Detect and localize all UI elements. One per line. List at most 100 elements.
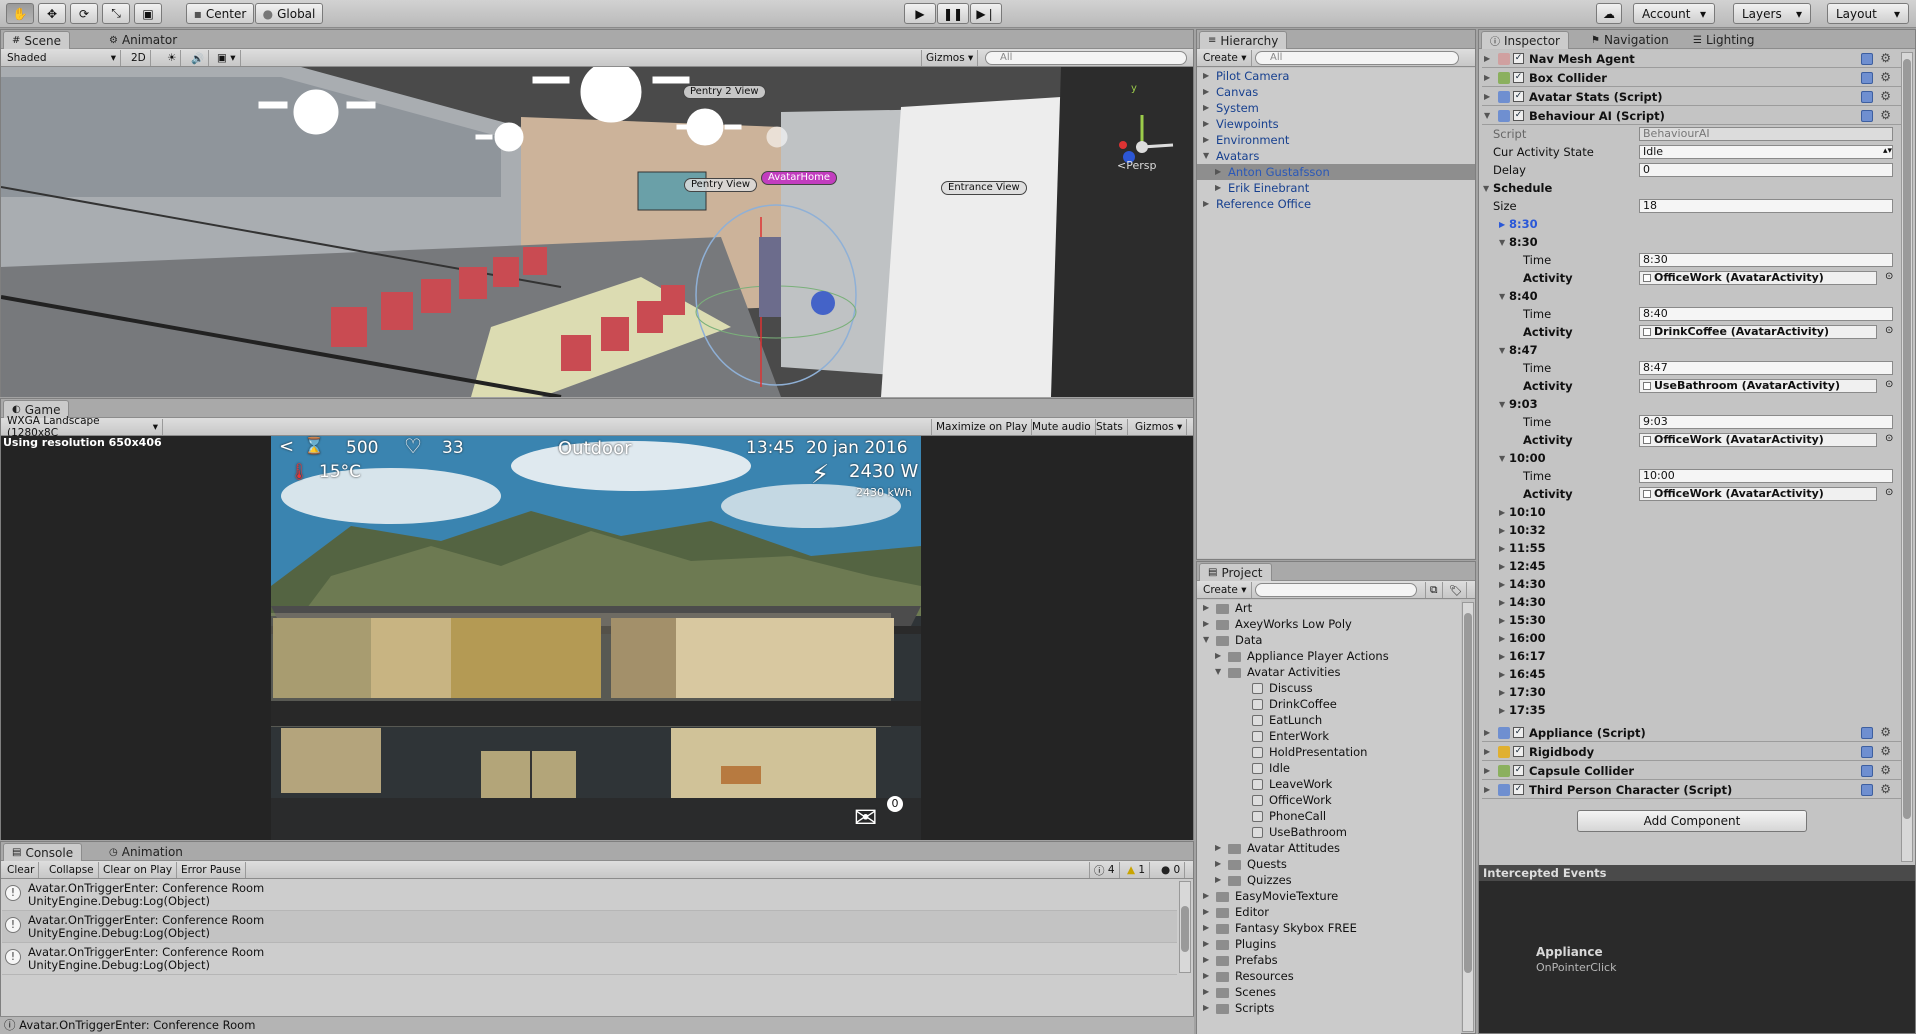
expand-arrow-icon[interactable]: ▶ (1203, 968, 1213, 984)
object-picker-icon[interactable]: ⊙ (1885, 325, 1893, 336)
tab-scene[interactable]: # Scene (3, 31, 70, 49)
component-header[interactable]: ▼ ✓ Behaviour AI (Script) ⚙ (1482, 107, 1901, 125)
help-icon[interactable] (1861, 110, 1873, 122)
expand-arrow-icon[interactable]: ▶ (1203, 600, 1213, 616)
enable-checkbox[interactable]: ✓ (1513, 765, 1524, 776)
account-dropdown[interactable]: Account ▾ (1633, 3, 1715, 24)
expand-arrow-icon[interactable]: ▶ (1499, 526, 1509, 535)
shading-dropdown[interactable]: Shaded ▾ (3, 50, 121, 66)
expand-arrow-icon[interactable]: ▶ (1499, 634, 1509, 643)
expand-arrow-icon[interactable]: ▶ (1484, 728, 1494, 737)
gear-icon[interactable]: ⚙ (1880, 70, 1891, 84)
schedule-element[interactable]: ▶ 10:10 (1499, 504, 1546, 520)
object-picker-icon[interactable]: ⊙ (1885, 487, 1893, 498)
component-header[interactable]: ▶ ✓ Capsule Collider ⚙ (1482, 762, 1901, 780)
expand-arrow-icon[interactable]: ▶ (1499, 706, 1509, 715)
project-folder[interactable]: ▶ Appliance Player Actions (1215, 648, 1389, 664)
project-search-input[interactable] (1255, 583, 1417, 597)
cloud-icon[interactable]: ☁ (1596, 3, 1622, 24)
project-folder[interactable]: ▶ Editor (1203, 904, 1269, 920)
project-asset[interactable]: DrinkCoffee (1239, 696, 1337, 712)
enable-checkbox[interactable]: ✓ (1513, 72, 1524, 83)
field-value[interactable]: 8:40 (1639, 307, 1893, 321)
error-count-toggle[interactable]: ● 0 (1157, 862, 1186, 878)
object-picker-icon[interactable]: ⊙ (1885, 271, 1893, 282)
field-value[interactable]: Idle (1639, 145, 1893, 159)
field-value[interactable]: 0 (1639, 163, 1893, 177)
project-asset[interactable]: HoldPresentation (1239, 744, 1367, 760)
pause-icon[interactable]: ❚❚ (937, 3, 969, 24)
expand-arrow-icon[interactable]: ▶ (1484, 54, 1494, 63)
info-count-toggle[interactable]: ⓘ 4 (1089, 862, 1120, 878)
schedule-element[interactable]: ▶ 10:32 (1499, 522, 1546, 538)
resolution-dropdown[interactable]: WXGA Landscape (1280x8C ▾ (3, 415, 163, 439)
field-value[interactable]: DrinkCoffee (AvatarActivity) (1639, 325, 1877, 339)
rect-tool-icon[interactable]: ▣ (134, 3, 162, 24)
filter-type-icon[interactable]: ⧉ (1425, 582, 1443, 598)
enable-checkbox[interactable]: ✓ (1513, 91, 1524, 102)
expand-arrow-icon[interactable]: ▶ (1203, 1000, 1213, 1016)
project-folder[interactable]: ▶ Quizzes (1215, 872, 1292, 888)
expand-arrow-icon[interactable]: ▶ (1499, 544, 1509, 553)
expand-arrow-icon[interactable]: ▶ (1484, 785, 1494, 794)
collapse-toggle[interactable]: Collapse (45, 862, 99, 878)
tab-animation[interactable]: ◷ Animation (101, 843, 191, 861)
schedule-element[interactable]: ▼ 8:40 (1499, 288, 1538, 304)
schedule-foldout[interactable]: ▼ Schedule (1483, 180, 1552, 196)
component-header[interactable]: ▶ ✓ Rigidbody ⚙ (1482, 743, 1901, 761)
project-asset[interactable]: OfficeWork (1239, 792, 1332, 808)
mute-audio-toggle[interactable]: Mute audio (1028, 419, 1096, 435)
component-header[interactable]: ▶ ✓ Box Collider ⚙ (1482, 69, 1901, 87)
expand-arrow-icon[interactable]: ▶ (1499, 652, 1509, 661)
expand-arrow-icon[interactable]: ▼ (1499, 400, 1509, 409)
light-toggle-icon[interactable]: ☀ (163, 50, 182, 66)
expand-arrow-icon[interactable]: ▶ (1484, 747, 1494, 756)
expand-arrow-icon[interactable]: ▶ (1484, 73, 1494, 82)
expand-arrow-icon[interactable]: ▶ (1203, 984, 1213, 1000)
field-value[interactable]: 8:47 (1639, 361, 1893, 375)
project-asset[interactable]: UseBathroom (1239, 824, 1347, 840)
pivot-global-button[interactable]: ● Global (255, 3, 323, 24)
clear-button[interactable]: Clear (3, 862, 40, 878)
hierarchy-item[interactable]: ▶ Canvas (1203, 84, 1258, 100)
component-header[interactable]: ▶ ✓ Appliance (Script) ⚙ (1482, 724, 1901, 742)
hud-mode[interactable]: Outdoor (558, 438, 632, 459)
expand-arrow-icon[interactable]: ▶ (1203, 904, 1213, 920)
project-asset[interactable]: Discuss (1239, 680, 1313, 696)
tab-hierarchy[interactable]: ≡ Hierarchy (1199, 31, 1288, 49)
project-scrollbar[interactable] (1462, 602, 1474, 1032)
effects-dropdown-icon[interactable]: ▣ ▾ (213, 50, 241, 66)
expand-arrow-icon[interactable]: ▶ (1203, 936, 1213, 952)
expand-arrow-icon[interactable]: ▶ (1499, 598, 1509, 607)
project-folder[interactable]: ▶ Plugins (1203, 936, 1276, 952)
schedule-element[interactable]: ▶ 11:55 (1499, 540, 1546, 556)
project-folder[interactable]: ▶ Scenes (1203, 984, 1276, 1000)
expand-arrow-icon[interactable]: ▶ (1499, 562, 1509, 571)
project-folder[interactable]: ▶ EasyMovieTexture (1203, 888, 1338, 904)
game-render[interactable]: < ⌛ 500 ♡ 33 🌡 15°C Outdoor 13:45 20 jan… (271, 436, 921, 840)
add-component-button[interactable]: Add Component (1577, 810, 1807, 832)
avatarhome-label[interactable]: AvatarHome (761, 171, 837, 185)
project-folder[interactable]: ▶ Resources (1203, 968, 1294, 984)
log-row[interactable]: ! Avatar.OnTriggerEnter: Conference Room U… (2, 911, 1177, 943)
help-icon[interactable] (1861, 91, 1873, 103)
scale-tool-icon[interactable]: ⤡ (102, 3, 130, 24)
field-value[interactable]: OfficeWork (AvatarActivity) (1639, 433, 1877, 447)
gear-icon[interactable]: ⚙ (1880, 744, 1891, 758)
enable-checkbox[interactable]: ✓ (1513, 746, 1524, 757)
expand-arrow-icon[interactable]: ▶ (1499, 688, 1509, 697)
layout-dropdown[interactable]: Layout ▾ (1827, 3, 1909, 24)
expand-arrow-icon[interactable]: ▶ (1499, 508, 1509, 517)
pentry-view-label[interactable]: Pentry View (684, 178, 758, 192)
hand-tool-icon[interactable]: ✋ (6, 3, 34, 24)
field-value[interactable]: OfficeWork (AvatarActivity) (1639, 271, 1877, 285)
expand-arrow-icon[interactable]: ▼ (1215, 664, 1225, 680)
hierarchy-item[interactable]: ▼ Avatars (1203, 148, 1259, 164)
expand-arrow-icon[interactable]: ▼ (1499, 292, 1509, 301)
expand-arrow-icon[interactable]: ▶ (1499, 616, 1509, 625)
schedule-element[interactable]: ▶ 16:17 (1499, 648, 1546, 664)
expand-arrow-icon[interactable]: ▼ (1483, 184, 1493, 193)
hierarchy-item[interactable]: ▶ Pilot Camera (1203, 68, 1289, 84)
field-value[interactable]: OfficeWork (AvatarActivity) (1639, 487, 1877, 501)
mail-icon[interactable]: ✉ (854, 801, 877, 834)
